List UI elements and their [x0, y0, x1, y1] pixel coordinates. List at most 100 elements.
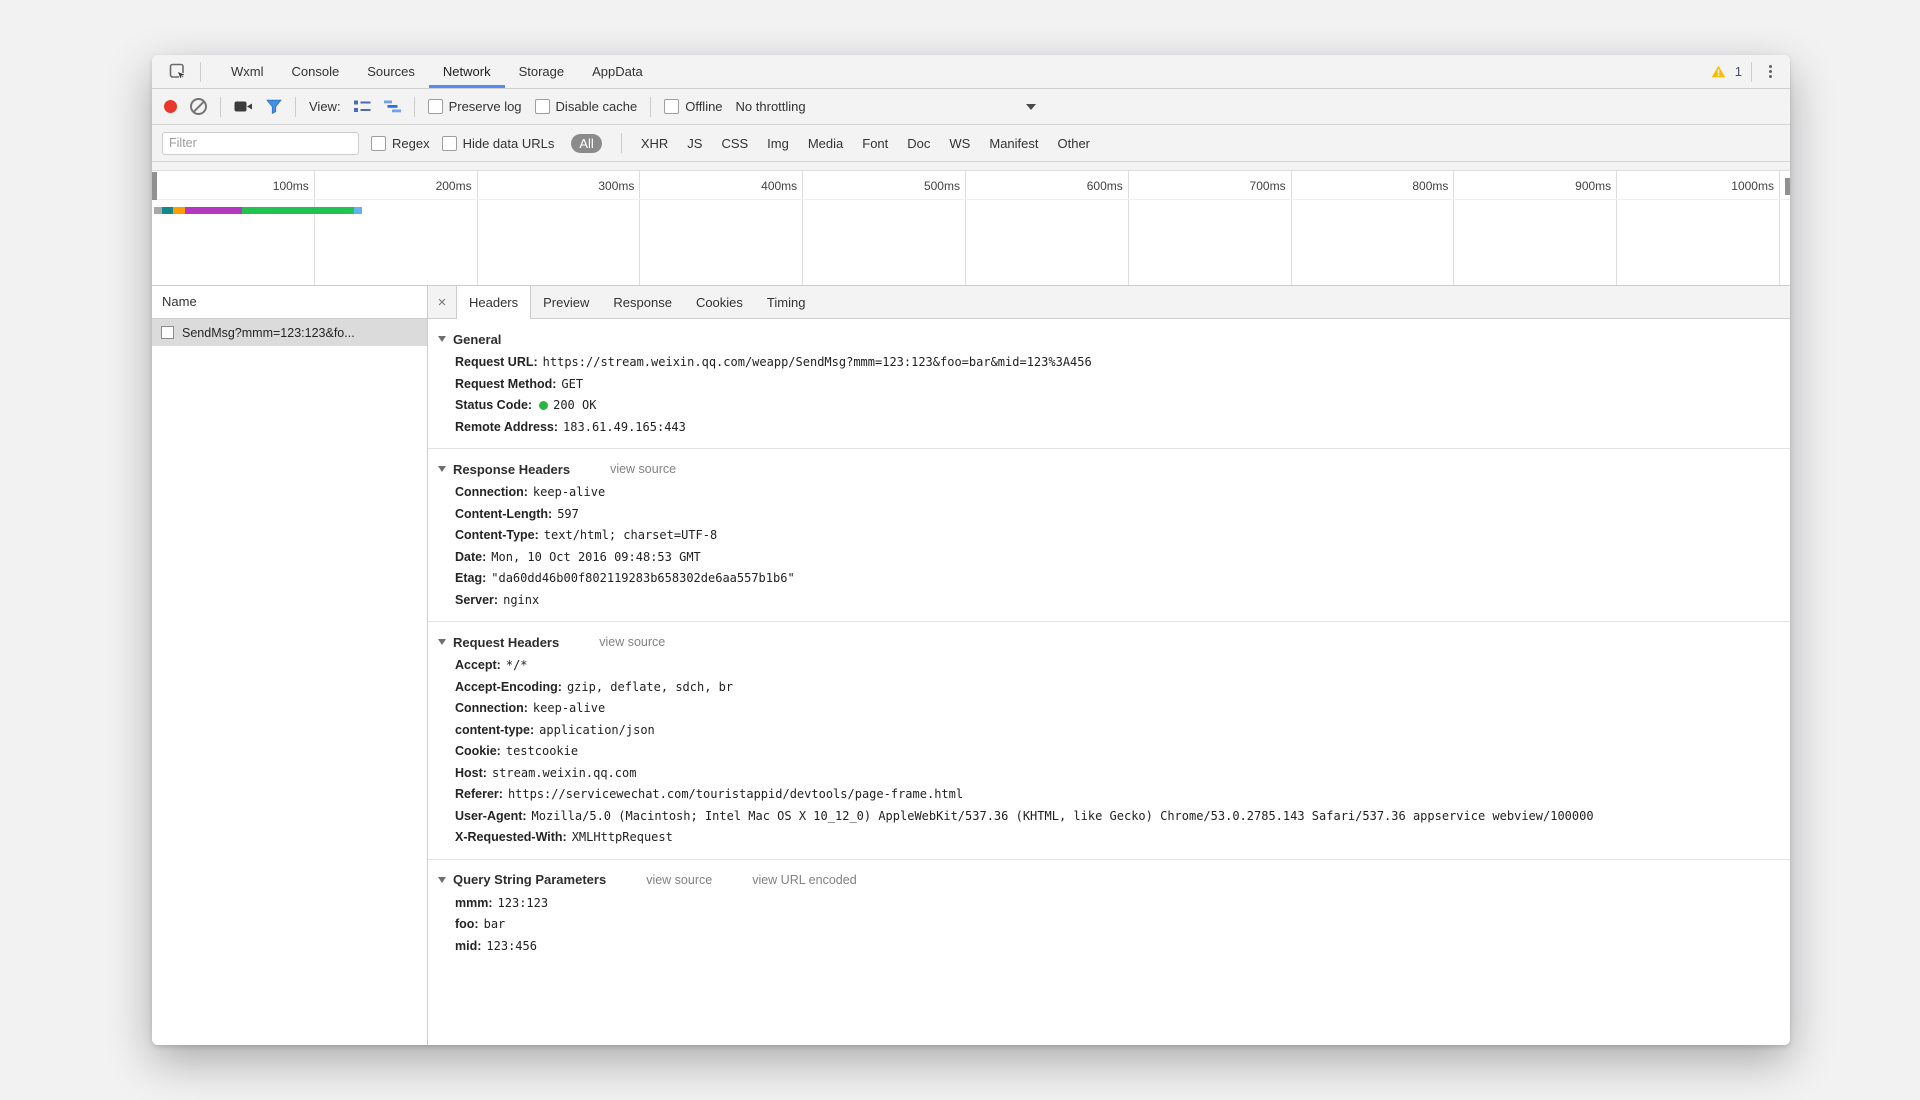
view-source-link[interactable]: view source — [646, 873, 712, 887]
timeline-overview: 100ms 200ms 300ms 400ms 500ms 600ms 700ms 800ms… — [152, 171, 1790, 286]
disclosure-triangle-icon[interactable] — [438, 336, 446, 342]
filter-type-all[interactable]: All — [571, 133, 602, 153]
filter-type-media[interactable]: Media — [808, 136, 843, 151]
section-title: Request Headers — [453, 634, 560, 650]
record-button[interactable] — [164, 100, 177, 113]
view-source-link[interactable]: view source — [610, 462, 676, 476]
large-rows-toggle-icon[interactable] — [353, 100, 371, 114]
divider — [295, 96, 296, 117]
field-key: Connection: — [455, 485, 528, 499]
disable-cache-checkbox[interactable]: Disable cache — [534, 99, 637, 114]
tab-console[interactable]: Console — [278, 55, 354, 88]
tab-appdata[interactable]: AppData — [578, 55, 657, 88]
field-key: Referer: — [455, 787, 503, 801]
field-key: Status Code: — [455, 398, 533, 412]
section-title: Query String Parameters — [453, 872, 607, 887]
filter-type-js[interactable]: JS — [687, 136, 702, 151]
offline-checkbox[interactable]: Offline — [664, 99, 723, 114]
field-value: bar — [483, 917, 506, 931]
disclosure-triangle-icon[interactable] — [438, 466, 446, 472]
show-overview-toggle-icon[interactable] — [383, 100, 401, 113]
field-key: content-type: — [455, 722, 535, 737]
filter-type-ws[interactable]: WS — [949, 136, 970, 151]
request-name: SendMsg?mmm=123:123&fo... — [182, 325, 355, 340]
divider — [650, 96, 652, 117]
regex-checkbox[interactable]: Regex — [371, 135, 430, 151]
filter-type-manifest[interactable]: Manifest — [989, 136, 1038, 151]
view-url-encoded-link[interactable]: view URL encoded — [752, 873, 856, 887]
tab-network[interactable]: Network — [429, 55, 505, 88]
detail-tab-timing[interactable]: Timing — [755, 286, 818, 318]
divider — [1751, 61, 1752, 82]
tab-sources[interactable]: Sources — [353, 55, 429, 88]
disclosure-triangle-icon[interactable] — [438, 876, 446, 883]
header-field-referer: Referer: https://servicewechat.com/touris… — [438, 784, 1782, 806]
checkbox-box[interactable] — [664, 99, 680, 114]
timeline-grid: 100ms 200ms 300ms 400ms 500ms 600ms 700ms 800ms… — [152, 171, 1780, 285]
field-key: Content-Length: — [455, 506, 553, 521]
overview-right-handle[interactable] — [1785, 178, 1790, 195]
filter-type-img[interactable]: Img — [767, 136, 789, 151]
details-tabs: Headers Preview Response Cookies Timing — [456, 286, 818, 319]
field-key: X-Requested-With: — [455, 830, 567, 844]
filter-type-other[interactable]: Other — [1058, 136, 1091, 151]
name-column-header[interactable]: Name — [152, 286, 427, 319]
warning-icon[interactable] — [1711, 65, 1726, 78]
checkbox-box[interactable] — [441, 135, 457, 151]
checkbox-box[interactable] — [534, 99, 550, 114]
filter-funnel-icon[interactable] — [266, 99, 282, 114]
field-key: Remote Address: — [455, 419, 559, 434]
tab-wxml[interactable]: Wxml — [217, 55, 278, 88]
preserve-log-checkbox[interactable]: Preserve log — [427, 99, 522, 114]
timeline-tick-label: 100ms — [272, 179, 309, 193]
header-field-mid: mid: 123:456 — [438, 936, 1782, 958]
filter-type-css[interactable]: CSS — [721, 136, 748, 151]
regex-label: Regex — [392, 135, 430, 151]
field-key: Server: — [455, 592, 499, 607]
header-field-server: Server: nginx — [438, 590, 1782, 612]
devtools-window: Wxml Console Sources Network Storage AppData … — [152, 55, 1790, 1045]
disclosure-triangle-icon[interactable] — [438, 639, 446, 645]
header-field-user-agent: User-Agent: Mozilla/5.0 (Macintosh; Intel… — [438, 806, 1782, 828]
detail-tab-response[interactable]: Response — [601, 286, 684, 318]
filter-type-xhr[interactable]: XHR — [641, 136, 668, 151]
clear-icon[interactable] — [190, 98, 207, 115]
filter-type-font[interactable]: Font — [862, 136, 888, 151]
detail-tab-cookies[interactable]: Cookies — [684, 286, 755, 318]
filter-input[interactable] — [162, 131, 359, 155]
filter-type-doc[interactable]: Doc — [907, 136, 930, 151]
field-value: text/html; charset=UTF-8 — [543, 528, 718, 542]
field-value: Mozilla/5.0 (Macintosh; Intel Mac OS X 1… — [531, 808, 1594, 823]
field-value: 200 OK — [553, 398, 597, 412]
hide-data-urls-checkbox[interactable]: Hide data URLs — [441, 135, 555, 151]
overflow-menu-icon[interactable] — [1761, 61, 1780, 82]
request-row[interactable]: SendMsg?mmm=123:123&fo... — [152, 319, 427, 346]
request-waterfall-bar[interactable] — [154, 207, 362, 214]
network-main-area: Name SendMsg?mmm=123:123&fo... × Headers… — [152, 286, 1790, 1045]
waterfall-segment-initial-connection — [173, 207, 185, 214]
inspect-element-icon[interactable] — [166, 60, 190, 84]
header-field-foo: foo: bar — [438, 914, 1782, 936]
header-field-accept-encoding: Accept-Encoding: gzip, deflate, sdch, br — [438, 677, 1782, 699]
overview-left-handle[interactable] — [152, 172, 157, 200]
header-field-etag: Etag: "da60dd46b00f802119283b658302de6aa5… — [438, 568, 1782, 590]
field-value: nginx — [503, 592, 540, 607]
request-list-column: Name SendMsg?mmm=123:123&fo... — [152, 286, 428, 1045]
tab-storage[interactable]: Storage — [505, 55, 579, 88]
screencast-camera-icon[interactable] — [234, 100, 253, 113]
checkbox-box[interactable] — [371, 135, 386, 151]
field-value: https://stream.weixin.qq.com/weapp/SendM… — [542, 355, 1092, 369]
detail-tab-headers[interactable]: Headers — [456, 286, 532, 319]
checkbox-box[interactable] — [427, 99, 443, 114]
hide-data-urls-label: Hide data URLs — [462, 135, 555, 151]
close-icon[interactable]: × — [428, 286, 456, 318]
view-source-link[interactable]: view source — [599, 635, 665, 649]
detail-tab-preview[interactable]: Preview — [531, 286, 601, 318]
header-field-connection: Connection: keep-alive — [438, 482, 1782, 504]
field-key: User-Agent: — [455, 808, 527, 823]
throttling-select[interactable]: No throttling — [736, 99, 1036, 114]
field-value: gzip, deflate, sdch, br — [566, 679, 734, 694]
header-field-connection: Connection: keep-alive — [438, 698, 1782, 720]
timeline-gridline: 1000ms — [1617, 171, 1780, 285]
field-value: keep-alive — [532, 701, 606, 715]
